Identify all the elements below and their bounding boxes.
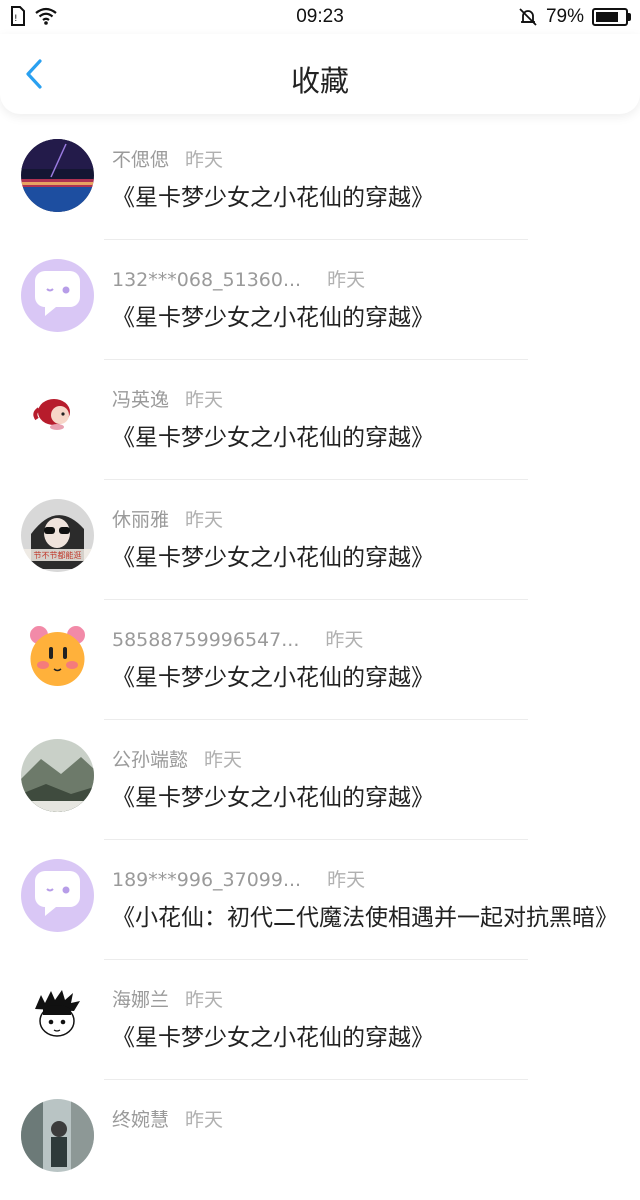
cartoon-pig-avatar	[21, 619, 94, 692]
book-title[interactable]: 《小花仙：初代二代魔法使相遇并一起对抗黑暗》	[112, 898, 622, 932]
avatar[interactable]	[21, 259, 94, 332]
photo-sunglasses-avatar: 节不节都能逛	[21, 499, 94, 572]
timestamp: 昨天	[185, 989, 224, 1011]
avatar[interactable]	[21, 1099, 94, 1172]
username: 132***068_51360...	[112, 269, 302, 291]
username: 海娜兰	[112, 989, 170, 1011]
book-title[interactable]: 《星卡梦少女之小花仙的穿越》	[112, 298, 622, 332]
nav-header: 收藏	[0, 34, 640, 114]
timestamp: 昨天	[204, 749, 243, 771]
chat-bubble-icon	[21, 259, 94, 332]
timestamp: 昨天	[185, 509, 224, 531]
landscape-avatar	[21, 739, 94, 812]
svg-text:节不节都能逛: 节不节都能逛	[34, 550, 82, 560]
timestamp: 昨天	[327, 869, 366, 891]
username: 公孙端懿	[112, 749, 189, 771]
timestamp: 昨天	[185, 389, 224, 411]
username: 58588759996547...	[112, 629, 300, 651]
book-title[interactable]: 《星卡梦少女之小花仙的穿越》	[112, 178, 622, 212]
book-title[interactable]: 《星卡梦少女之小花仙的穿越》	[112, 658, 622, 692]
username: 189***996_37099...	[112, 869, 302, 891]
list-item[interactable]: 132***068_51360... 昨天 《星卡梦少女之小花仙的穿越》	[0, 240, 640, 360]
list-item[interactable]: 终婉慧 昨天	[0, 1080, 640, 1200]
book-title[interactable]: 《星卡梦少女之小花仙的穿越》	[112, 1018, 622, 1052]
timestamp: 昨天	[327, 269, 366, 291]
book-title[interactable]: 《星卡梦少女之小花仙的穿越》	[112, 538, 622, 572]
list-item[interactable]: 不偲偲 昨天 《星卡梦少女之小花仙的穿越》	[0, 120, 640, 240]
avatar[interactable]: 节不节都能逛	[21, 499, 94, 572]
avatar[interactable]	[21, 619, 94, 692]
street-photo-avatar	[21, 1099, 94, 1172]
avatar[interactable]	[21, 859, 94, 932]
night-scene-avatar	[21, 139, 94, 212]
avatar[interactable]	[21, 379, 94, 452]
bell-muted-icon	[519, 8, 537, 26]
list-item[interactable]: 公孙端懿 昨天 《星卡梦少女之小花仙的穿越》	[0, 720, 640, 840]
username: 不偲偲	[112, 149, 170, 171]
timestamp: 昨天	[185, 149, 224, 171]
list-item[interactable]: 189***996_37099... 昨天 《小花仙：初代二代魔法使相遇并一起对抗…	[0, 840, 640, 960]
chat-bubble-icon	[21, 859, 94, 932]
battery-icon	[592, 8, 631, 26]
timestamp: 昨天	[325, 629, 364, 651]
avatar[interactable]	[21, 739, 94, 812]
avatar[interactable]	[21, 139, 94, 212]
status-bar: ! 09:23 79%	[0, 0, 640, 34]
sketch-boy-avatar	[21, 979, 94, 1052]
battery-percent: 79%	[545, 6, 584, 27]
list-item[interactable]: 冯英逸 昨天 《星卡梦少女之小花仙的穿越》	[0, 360, 640, 480]
username: 终婉慧	[112, 1109, 170, 1131]
battery-level	[596, 12, 619, 22]
book-title[interactable]: 《星卡梦少女之小花仙的穿越》	[112, 418, 622, 452]
username: 休丽雅	[112, 509, 170, 531]
favorites-list: 不偲偲 昨天 《星卡梦少女之小花仙的穿越》 132***068_51360... 昨…	[0, 120, 640, 1200]
avatar[interactable]	[21, 979, 94, 1052]
list-item[interactable]: 海娜兰 昨天 《星卡梦少女之小花仙的穿越》	[0, 960, 640, 1080]
list-item[interactable]: 58588759996547... 昨天 《星卡梦少女之小花仙的穿越》	[0, 600, 640, 720]
page-title: 收藏	[290, 64, 349, 98]
cartoon-girl-avatar	[21, 379, 94, 452]
timestamp: 昨天	[185, 1109, 224, 1131]
username: 冯英逸	[112, 389, 170, 411]
book-title[interactable]: 《星卡梦少女之小花仙的穿越》	[112, 778, 622, 812]
list-item[interactable]: 节不节都能逛 休丽雅 昨天 《星卡梦少女之小花仙的穿越》	[0, 480, 640, 600]
